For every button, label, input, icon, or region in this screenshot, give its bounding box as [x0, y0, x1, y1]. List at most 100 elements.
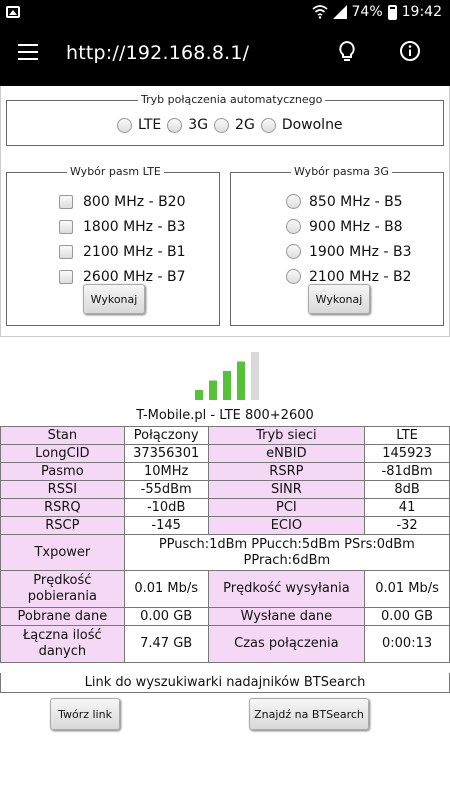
mode-lte-radio[interactable] — [117, 117, 132, 133]
signal-bar — [209, 380, 217, 400]
stat-value: -32 — [364, 516, 450, 535]
band-3g-b3-label: 1900 MHz - B3 — [309, 243, 412, 260]
stat-value: -10dB — [123, 498, 209, 517]
table-row: LongCID 37356301 eNBID 145923 — [0, 444, 450, 463]
band-3g-apply-button[interactable]: Wykonaj — [308, 284, 370, 314]
stat-label: Pobrane dane — [0, 607, 125, 626]
stat-value: 0.00 GB — [364, 607, 450, 626]
stat-label: RSRQ — [0, 498, 125, 517]
stat-label: Tryb sieci — [207, 426, 366, 445]
stat-value: Połączony — [123, 426, 209, 445]
stat-label: LongCID — [0, 444, 125, 463]
lte-band-option[interactable]: 800 MHz - B20 — [59, 189, 186, 214]
mode-option-3g[interactable]: 3G — [167, 117, 208, 133]
operator-info: T-Mobile.pl - LTE 800+2600 — [136, 408, 314, 423]
table-row: Pobrane dane 0.00 GB Wysłane dane 0.00 G… — [0, 607, 450, 626]
table-row: Pasmo 10MHz RSRP -81dBm — [0, 462, 450, 481]
lte-band-b1-label: 2100 MHz - B1 — [83, 243, 186, 260]
band-3g-b8-radio[interactable] — [286, 219, 301, 234]
lightbulb-icon[interactable] — [337, 40, 357, 64]
stat-value: 0.01 Mb/s — [123, 570, 209, 608]
find-on-btsearch-button[interactable]: Znajdź na BTSearch — [249, 698, 369, 730]
signal-bar — [195, 390, 203, 400]
mode-option-2g[interactable]: 2G — [214, 117, 255, 133]
mode-option-lte[interactable]: LTE — [117, 117, 161, 133]
mode-any-label: Dowolne — [281, 117, 343, 133]
create-link-button[interactable]: Twórz link — [50, 698, 120, 730]
left-border — [0, 86, 1, 336]
lte-band-b1-checkbox[interactable] — [59, 244, 73, 259]
band-3g-option[interactable]: 900 MHz - B8 — [286, 214, 412, 239]
stat-label: RSCP — [0, 516, 125, 535]
stat-label: Łączna ilość danych — [0, 625, 125, 663]
stat-value: 145923 — [364, 444, 450, 463]
lte-apply-button[interactable]: Wykonaj — [83, 284, 145, 314]
band-3g-b3-radio[interactable] — [286, 244, 301, 259]
stat-value: 7.47 GB — [123, 625, 209, 663]
band-3g-b8-label: 900 MHz - B8 — [309, 218, 403, 235]
band-3g-b2-radio[interactable] — [286, 269, 301, 284]
mode-option-any[interactable]: Dowolne — [260, 117, 343, 133]
lte-band-b3-label: 1800 MHz - B3 — [83, 218, 186, 235]
stat-label: SINR — [207, 480, 366, 499]
hamburger-menu-icon[interactable] — [18, 44, 38, 60]
table-row: Txpower PPusch:1dBm PPucch:5dBm PSrs:0dB… — [0, 534, 450, 571]
signal-bar — [237, 361, 245, 400]
connection-mode-legend: Tryb połączenia automatycznego — [138, 93, 326, 106]
lte-band-b7-checkbox[interactable] — [59, 269, 73, 284]
table-row: Prędkość pobierania 0.01 Mb/s Prędkość w… — [0, 570, 450, 608]
mode-3g-label: 3G — [188, 117, 209, 133]
mode-lte-label: LTE — [138, 117, 162, 133]
section-divider — [0, 336, 450, 337]
lte-band-option[interactable]: 2100 MHz - B1 — [59, 239, 186, 264]
band-3g-legend: Wybór pasma 3G — [291, 165, 392, 178]
signal-stats-table: Stan Połączony Tryb sieci LTE LongCID 37… — [0, 426, 450, 663]
gallery-notification-icon — [6, 6, 20, 18]
stat-label: Wysłane dane — [207, 607, 366, 626]
table-row: RSSI -55dBm SINR 8dB — [0, 480, 450, 499]
band-3g-b2-label: 2100 MHz - B2 — [309, 268, 412, 285]
lte-band-legend: Wybór pasm LTE — [67, 165, 164, 178]
connection-mode-group: Tryb połączenia automatycznego LTE 3G 2G… — [6, 93, 444, 146]
stat-label: ECIO — [207, 516, 366, 535]
clock: 19:42 — [401, 4, 442, 20]
lte-band-b20-checkbox[interactable] — [59, 194, 73, 209]
stat-value: 0:00:13 — [364, 625, 450, 663]
stat-label: eNBID — [207, 444, 366, 463]
signal-bar — [251, 352, 259, 400]
signal-strength-icon — [195, 352, 259, 400]
stat-label: RSSI — [0, 480, 125, 499]
table-row: Stan Połączony Tryb sieci LTE — [0, 426, 450, 445]
lte-band-option[interactable]: 1800 MHz - B3 — [59, 214, 186, 239]
txpower-value: PPusch:1dBm PPucch:5dBm PSrs:0dBm PPrach… — [123, 534, 450, 571]
wifi-icon — [311, 5, 328, 19]
stat-label: Prędkość wysyłania — [207, 570, 366, 608]
stat-value: 10MHz — [123, 462, 209, 481]
info-icon[interactable] — [399, 40, 421, 62]
lte-band-group: Wybór pasm LTE 800 MHz - B20 1800 MHz - … — [6, 165, 220, 326]
stat-value: 0.00 GB — [123, 607, 209, 626]
status-bar: 74% 19:42 — [0, 0, 450, 26]
stat-label: PCI — [207, 498, 366, 517]
band-3g-b5-radio[interactable] — [286, 194, 301, 209]
stat-value: 41 — [364, 498, 450, 517]
lte-band-b3-checkbox[interactable] — [59, 219, 73, 234]
mode-any-radio[interactable] — [260, 117, 276, 133]
band-3g-option[interactable]: 1900 MHz - B3 — [286, 239, 412, 264]
stat-label: Pasmo — [0, 462, 125, 481]
stat-value: 37356301 — [123, 444, 209, 463]
table-row: RSRQ -10dB PCI 41 — [0, 498, 450, 517]
page-url: http://192.168.8.1/ — [66, 42, 250, 64]
mode-3g-radio[interactable] — [167, 117, 183, 133]
stat-label: Czas połączenia — [207, 625, 366, 663]
mode-2g-radio[interactable] — [214, 117, 230, 133]
stat-label: Txpower — [0, 534, 125, 571]
battery-percent: 74% — [351, 4, 383, 20]
lte-band-b20-label: 800 MHz - B20 — [83, 193, 186, 210]
band-3g-option[interactable]: 850 MHz - B5 — [286, 189, 412, 214]
stat-label: Prędkość pobierania — [0, 570, 125, 608]
band-3g-group: Wybór pasma 3G 850 MHz - B5 900 MHz - B8… — [230, 165, 444, 326]
stat-label: Stan — [0, 426, 125, 445]
stat-value: -145 — [123, 516, 209, 535]
btsearch-link-caption: Link do wyszukiwarki nadajników BTSearch — [0, 673, 450, 693]
